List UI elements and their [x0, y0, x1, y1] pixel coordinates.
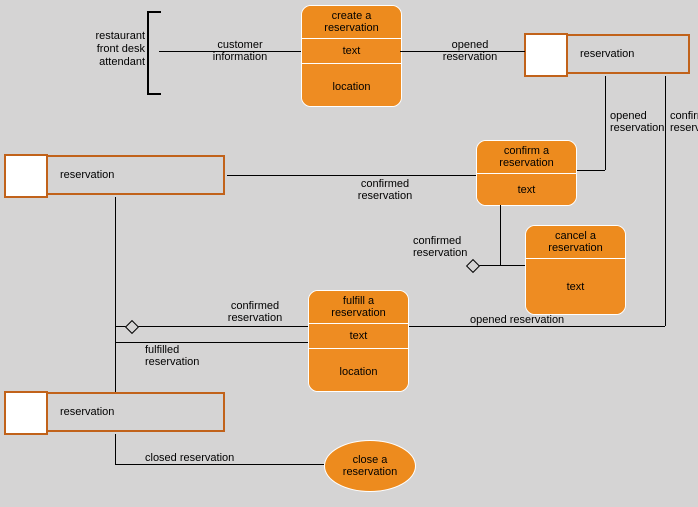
activity-create-title: create a reservation	[302, 6, 401, 39]
activity-confirm-section-text: text	[477, 174, 576, 206]
activity-fulfill-section-text: text	[309, 324, 408, 349]
activity-confirm-title: confirm a reservation	[477, 141, 576, 174]
actor-label: restaurant front desk attendant	[80, 30, 145, 69]
edge-closed-reservation	[115, 464, 324, 465]
activity-cancel-title: cancel a reservation	[526, 226, 625, 259]
edge-opened-reservation-v-end	[575, 170, 605, 171]
activity-confirm: confirm a reservation text	[476, 140, 577, 206]
edge-mid-down	[115, 197, 116, 342]
edge-fulfilled-h	[115, 342, 308, 343]
activity-create: create a reservation text location	[301, 5, 402, 107]
artifact-reservation-mid: reservation	[5, 155, 225, 195]
artifact-reservation-bottom: reservation	[5, 392, 225, 432]
edge-opened-reservation-v	[605, 76, 606, 170]
decision-node	[466, 259, 480, 273]
activity-close-title: close a reservation	[343, 454, 397, 478]
activity-fulfill: fulfill a reservation text location	[308, 290, 409, 392]
activity-create-section-text: text	[302, 39, 401, 64]
activity-close: close a reservation	[324, 440, 416, 492]
edge-confirmed-reservation-v-end	[408, 326, 665, 327]
edge-confirm-down	[500, 205, 501, 265]
edge-confirmed-reservation-v-label: confirmed reservation	[670, 110, 698, 134]
artifact-mini-icon	[4, 154, 48, 198]
artifact-mini-icon	[4, 391, 48, 435]
edge-fulfilled-v	[115, 342, 116, 392]
activity-cancel: cancel a reservation text	[525, 225, 626, 315]
edge-confirmed-reservation-v	[665, 76, 666, 326]
edge-opened-reservation-label: opened reservation	[430, 39, 510, 63]
activity-cancel-section-text: text	[526, 259, 625, 315]
edge-customer-info-label: customer information	[200, 39, 280, 63]
artifact-reservation-bottom-label: reservation	[60, 406, 114, 418]
edge-confirmed-reservation2-label: confirmed reservation	[413, 235, 483, 259]
edge-confirmed-reservation1	[227, 175, 476, 176]
activity-fulfill-section-location: location	[309, 349, 408, 392]
edge-opened-reservation-v-label: opened reservation	[610, 110, 664, 134]
artifact-reservation-top-label: reservation	[580, 48, 634, 60]
edge-closed-reservation-label: closed reservation	[145, 452, 234, 464]
decision-node-2	[125, 320, 139, 334]
edge-fulfilled-label: fulfilled reservation	[145, 344, 199, 368]
artifact-reservation-top: reservation	[525, 34, 690, 74]
edge-confirmed-reservation3-label: confirmed reservation	[215, 300, 295, 324]
edge-confirmed-reservation1-label: confirmed reservation	[345, 178, 425, 202]
artifact-mini-icon	[524, 33, 568, 77]
edge-opened-reservation2-label: opened reservation	[470, 314, 564, 326]
edge-mid-to-fulfill	[115, 326, 308, 327]
actor-bracket	[147, 11, 161, 95]
edge-cancel-left	[480, 265, 525, 266]
edge-bottom-down	[115, 434, 116, 464]
activity-fulfill-title: fulfill a reservation	[309, 291, 408, 324]
artifact-reservation-mid-label: reservation	[60, 169, 114, 181]
activity-create-section-location: location	[302, 64, 401, 107]
